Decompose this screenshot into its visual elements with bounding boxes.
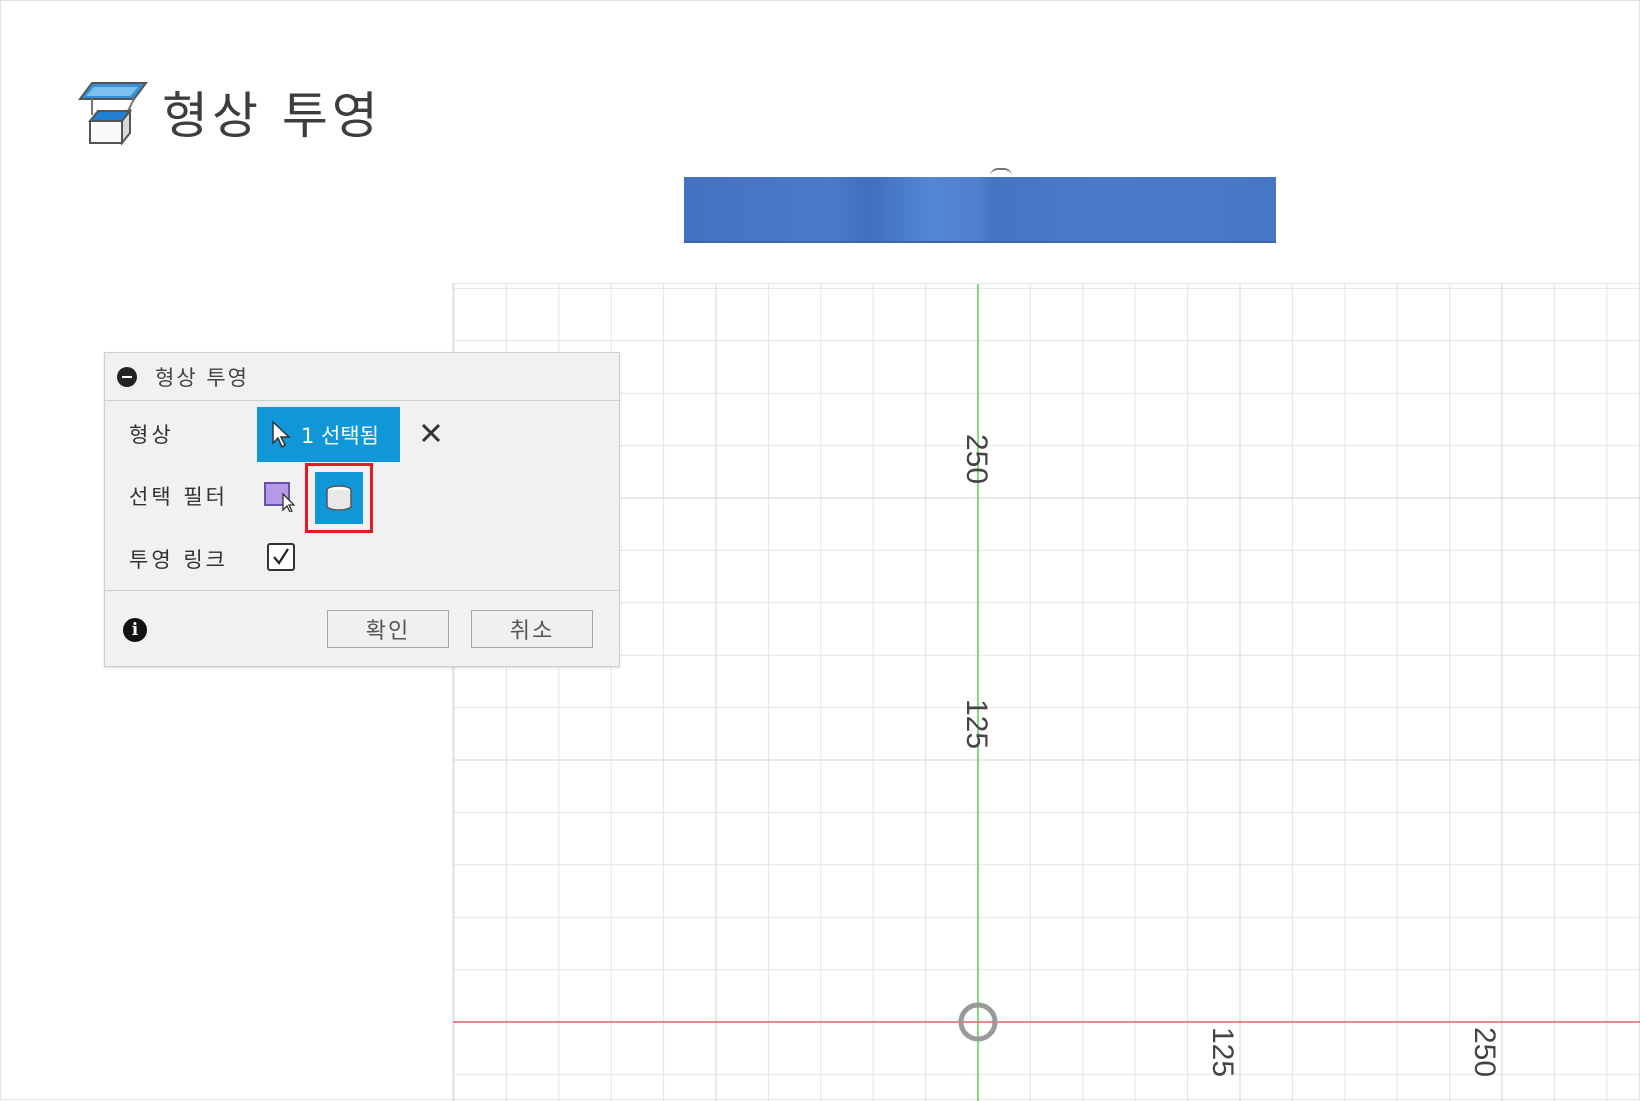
body-filter-highlight bbox=[305, 463, 373, 533]
selected-body[interactable] bbox=[684, 177, 1276, 243]
cursor-arrow-icon bbox=[272, 420, 291, 448]
selection-filter-label: 선택 필터 bbox=[129, 485, 228, 509]
y-axis-label-250: 250 bbox=[960, 434, 993, 485]
sketch-grid bbox=[453, 284, 1640, 1101]
face-filter-icon[interactable] bbox=[263, 480, 295, 512]
geometry-label: 형상 bbox=[129, 423, 174, 447]
canvas-viewport[interactable]: 250 125 125 250 bbox=[452, 283, 1640, 1101]
body-filter-icon bbox=[326, 485, 352, 511]
page-title: 형상 투영 bbox=[162, 87, 382, 145]
clear-selection-icon[interactable] bbox=[417, 419, 445, 447]
projection-link-checkbox[interactable] bbox=[267, 543, 295, 571]
dialog-header[interactable]: 형상 투영 bbox=[105, 353, 619, 401]
y-axis-label-125: 125 bbox=[960, 699, 993, 750]
page-heading: 형상 투영 bbox=[78, 76, 382, 148]
project-geometry-icon bbox=[78, 82, 148, 145]
projection-link-label: 투영 링크 bbox=[129, 548, 228, 572]
body-indicator bbox=[990, 168, 1012, 176]
body-filter-button[interactable] bbox=[315, 472, 363, 524]
cancel-button[interactable]: 취소 bbox=[471, 610, 593, 648]
geometry-selection-button[interactable]: 1 선택됨 bbox=[257, 407, 400, 462]
x-axis-label-250: 250 bbox=[1468, 1027, 1501, 1078]
x-axis-label-125: 125 bbox=[1206, 1027, 1239, 1078]
dialog-title: 형상 투영 bbox=[155, 365, 249, 390]
checkmark-icon bbox=[273, 548, 289, 565]
dialog-footer: i 확인 취소 bbox=[105, 590, 619, 667]
project-dialog: 형상 투영 형상 1 선택됨 선택 필터 투영 링크 i 확인 취소 bbox=[104, 352, 620, 667]
ok-button[interactable]: 확인 bbox=[327, 610, 449, 648]
info-icon[interactable]: i bbox=[123, 618, 147, 642]
collapse-icon[interactable] bbox=[117, 366, 137, 387]
selection-count: 1 선택됨 bbox=[301, 423, 379, 448]
